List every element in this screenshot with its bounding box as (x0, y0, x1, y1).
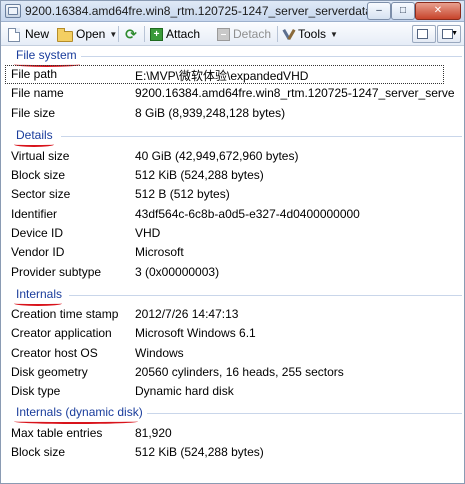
detach-icon: – (217, 27, 230, 41)
detach-label: Detach (233, 27, 272, 41)
toolbar-separator (277, 26, 278, 42)
open-label: Open (76, 27, 106, 41)
layout-button[interactable]: ▼ (437, 25, 461, 43)
tools-label: Tools (298, 27, 327, 41)
tools-icon (283, 27, 295, 41)
new-document-icon (8, 27, 20, 42)
minimize-button[interactable]: – (367, 2, 391, 20)
property-name: File path (11, 67, 58, 81)
detach-button[interactable]: – Detach (217, 25, 271, 43)
toolbar-separator (118, 26, 119, 42)
property-name: Identifier (11, 207, 58, 221)
property-value: 8 GiB (8,939,248,128 bytes) (135, 106, 286, 120)
property-name: Creator host OS (11, 346, 98, 360)
property-name: Device ID (11, 226, 64, 240)
table-row[interactable]: Creator application Microsoft Windows 6.… (1, 324, 464, 343)
section-title-file-system: File system (14, 48, 80, 67)
table-row-file-path[interactable]: File path E:\MVP\微软体验\expandedVHD (5, 65, 444, 84)
property-name: Block size (11, 445, 66, 459)
table-row[interactable]: Block size 512 KiB (524,288 bytes) (1, 443, 464, 462)
table-row[interactable]: Creation time stamp 2012/7/26 14:47:13 (1, 305, 464, 324)
table-row[interactable]: File size 8 GiB (8,939,248,128 bytes) (1, 104, 464, 123)
new-button[interactable]: New (6, 25, 49, 43)
property-value: 3 (0x00000003) (135, 265, 220, 279)
table-row[interactable]: Max table entries 81,920 (1, 424, 464, 443)
property-name: File size (11, 106, 56, 120)
property-value: 9200.16384.amd64fre.win8_rtm.120725-1247… (135, 86, 455, 100)
property-value: Microsoft (135, 245, 184, 259)
section-label: File system (16, 48, 77, 62)
attach-label: Attach (166, 27, 201, 41)
property-name: File name (11, 86, 64, 100)
maximize-button[interactable]: □ (391, 2, 415, 20)
view-button[interactable] (412, 25, 436, 43)
window-icon (417, 29, 428, 39)
table-row[interactable]: Disk geometry 20560 cylinders, 16 heads,… (1, 363, 464, 382)
table-row[interactable]: Identifier 43df564c-6c8b-a0d5-e327-4d040… (1, 205, 464, 224)
app-icon (5, 4, 21, 18)
property-value: 20560 cylinders, 16 heads, 255 sectors (135, 365, 344, 379)
property-value: VHD (135, 226, 161, 240)
chevron-down-icon: ▼ (109, 29, 118, 39)
property-value: 43df564c-6c8b-a0d5-e327-4d0400000000 (135, 207, 360, 221)
toolbar-separator (144, 26, 145, 42)
vhd-attach-window: 9200.16384.amd64fre.win8_rtm.120725-1247… (0, 0, 465, 484)
property-value: 2012/7/26 14:47:13 (135, 307, 239, 321)
property-name: Disk type (11, 384, 61, 398)
tools-menu-button[interactable]: Tools ▼ (283, 25, 338, 43)
refresh-icon: ⟳ (125, 26, 137, 42)
property-name: Vendor ID (11, 245, 65, 259)
toolbar: New Open ▼ ⟳ + Attach – Detach Tools ▼ ▼ (1, 22, 464, 46)
table-row[interactable]: Device ID VHD (1, 224, 464, 243)
table-row[interactable]: Block size 512 KiB (524,288 bytes) (1, 166, 464, 185)
property-name: Creation time stamp (11, 307, 119, 321)
property-value: 40 GiB (42,949,672,960 bytes) (135, 149, 299, 163)
section-divider (69, 295, 462, 296)
section-title-internals-dynamic-disk: Internals (dynamic disk) (14, 405, 143, 424)
property-name: Disk geometry (11, 365, 88, 379)
section-label: Internals (16, 287, 63, 301)
property-name: Virtual size (11, 149, 70, 163)
table-row[interactable]: Disk type Dynamic hard disk (1, 382, 464, 401)
table-row[interactable]: File name 9200.16384.amd64fre.win8_rtm.1… (1, 84, 464, 103)
property-value: Microsoft Windows 6.1 (135, 326, 256, 340)
property-name: Max table entries (11, 426, 103, 440)
chevron-down-icon: ▼ (451, 30, 458, 37)
property-name: Block size (11, 168, 66, 182)
property-name: Provider subtype (11, 265, 102, 279)
folder-open-icon (57, 27, 73, 42)
table-row[interactable]: Creator host OS Windows (1, 344, 464, 363)
section-divider (147, 413, 462, 414)
property-value: Windows (135, 346, 184, 360)
title-bar[interactable]: 9200.16384.amd64fre.win8_rtm.120725-1247… (1, 1, 464, 22)
section-divider (81, 56, 462, 57)
window-title: 9200.16384.amd64fre.win8_rtm.120725-1247… (25, 4, 370, 18)
property-value: 512 B (512 bytes) (135, 187, 230, 201)
section-divider (61, 136, 462, 137)
property-name: Sector size (11, 187, 71, 201)
property-value: 81,920 (135, 426, 172, 440)
refresh-button[interactable]: ⟳ (124, 25, 138, 43)
property-value: 512 KiB (524,288 bytes) (135, 168, 264, 182)
new-label: New (25, 27, 50, 41)
close-button[interactable]: ✕ (415, 2, 461, 20)
property-value: Dynamic hard disk (135, 384, 234, 398)
table-row[interactable]: Virtual size 40 GiB (42,949,672,960 byte… (1, 147, 464, 166)
property-value: 512 KiB (524,288 bytes) (135, 445, 264, 459)
chevron-down-icon: ▼ (330, 29, 338, 39)
attach-icon: + (150, 27, 163, 41)
section-label: Details (16, 128, 53, 142)
property-name: Creator application (11, 326, 112, 340)
attach-button[interactable]: + Attach (150, 25, 200, 43)
table-row[interactable]: Vendor ID Microsoft (1, 243, 464, 262)
property-value: E:\MVP\微软体验\expandedVHD (135, 69, 309, 83)
section-label: Internals (dynamic disk) (16, 405, 143, 419)
open-button[interactable]: Open ▼ (57, 25, 117, 43)
section-title-details: Details (14, 128, 54, 147)
table-row[interactable]: Sector size 512 B (512 bytes) (1, 185, 464, 204)
table-row[interactable]: Provider subtype 3 (0x00000003) (1, 263, 464, 282)
section-title-internals: Internals (14, 287, 63, 306)
